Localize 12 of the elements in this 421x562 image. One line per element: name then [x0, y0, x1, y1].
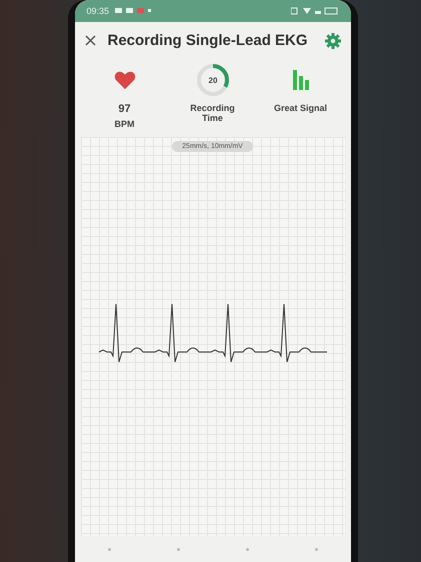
screen-title: Recording Single-Lead EKG [108, 32, 309, 49]
heart-icon [114, 70, 136, 90]
stat-label: Recording Time [189, 103, 236, 123]
timer-value: 20 [208, 76, 217, 85]
system-status-icons [290, 7, 338, 15]
signal-bars-icon [292, 70, 310, 90]
settings-icon[interactable] [324, 32, 340, 48]
status-time: 09:35 [86, 6, 110, 16]
close-icon[interactable] [84, 35, 96, 46]
stat-value: 97 [118, 103, 131, 115]
stat-label: Great Signal [274, 103, 327, 113]
stat-label: BPM [114, 119, 134, 129]
